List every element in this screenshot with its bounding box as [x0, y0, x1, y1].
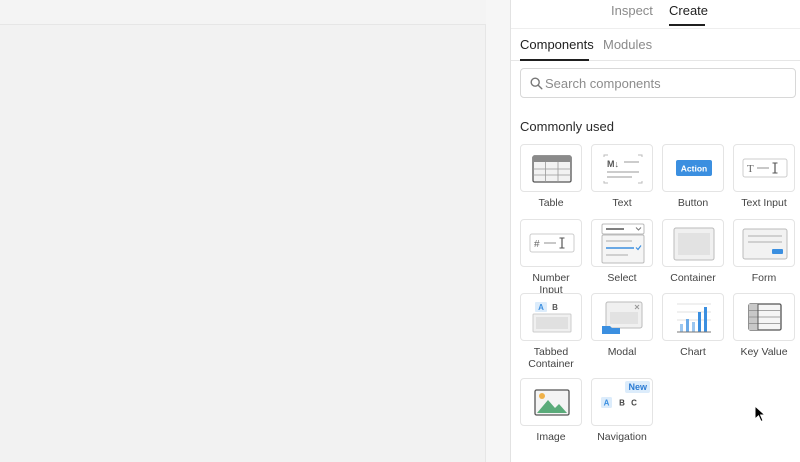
component-navigation[interactable]: A B C New Navigation [591, 378, 657, 443]
component-label: Button [677, 197, 709, 209]
number-input-icon: # [520, 219, 582, 267]
button-preview-text: Action [681, 164, 707, 174]
component-image[interactable]: Image [520, 378, 586, 443]
component-label: Table [538, 197, 564, 209]
component-label: Key Value [740, 346, 788, 358]
component-label: Container [670, 272, 716, 284]
tab-inspect[interactable]: Inspect [611, 3, 653, 18]
tab-create-indicator [669, 24, 705, 26]
right-panel: Inspect Create Components Modules Common… [510, 0, 800, 462]
nav-c-glyph: C [631, 399, 637, 408]
component-number-input[interactable]: # Number Input [520, 219, 586, 296]
chart-icon [662, 293, 724, 341]
tab-modules[interactable]: Modules [603, 37, 652, 52]
component-select[interactable]: Select [591, 219, 657, 284]
nav-b-glyph: B [619, 399, 625, 408]
component-label: Form [751, 272, 777, 284]
nav-a-glyph: A [604, 399, 610, 408]
component-modal[interactable]: Modal [591, 293, 657, 358]
component-text[interactable]: M↓ Text [591, 144, 657, 209]
component-label: Text Input [741, 197, 787, 209]
select-icon [591, 219, 653, 267]
table-icon [520, 144, 582, 192]
text-input-icon: T [733, 144, 795, 192]
container-icon [662, 219, 724, 267]
component-tabs: Components Modules [511, 28, 800, 61]
component-button[interactable]: Action Button [662, 144, 728, 209]
text-input-glyph: T [747, 163, 754, 175]
new-badge: New [625, 381, 650, 393]
component-form[interactable]: Form [733, 219, 799, 284]
markdown-text-icon: M↓ [591, 144, 653, 192]
search-icon [530, 77, 543, 90]
component-label: Text [612, 197, 632, 209]
svg-text:M↓: M↓ [607, 159, 619, 169]
canvas-gutter [486, 0, 510, 462]
search-input[interactable] [545, 74, 785, 92]
tab-create[interactable]: Create [669, 3, 708, 18]
navigation-icon: A B C New [591, 378, 653, 426]
component-chart[interactable]: Chart [662, 293, 728, 358]
component-label: Tabbed Container [528, 346, 574, 370]
panel-tabs: Inspect Create [511, 0, 800, 28]
tab-components[interactable]: Components [520, 37, 594, 52]
image-icon [520, 378, 582, 426]
component-key-value[interactable]: Key Value [733, 293, 799, 358]
canvas-area[interactable] [0, 0, 510, 462]
mouse-cursor-icon [754, 405, 766, 423]
component-text-input[interactable]: T Text Input [733, 144, 799, 209]
component-label: Modal [607, 346, 637, 358]
component-tabbed-container[interactable]: A B Tabbed Container [520, 293, 586, 370]
component-container[interactable]: Container [662, 219, 728, 284]
component-label: Navigation [597, 431, 647, 443]
modal-icon [591, 293, 653, 341]
component-table[interactable]: Table [520, 144, 586, 209]
button-icon: Action [662, 144, 724, 192]
component-label: Select [607, 272, 637, 284]
tab-components-indicator [520, 59, 589, 61]
form-icon [733, 219, 795, 267]
tabbed-container-icon: A B [520, 293, 582, 341]
number-input-glyph: # [534, 239, 540, 250]
component-search[interactable] [520, 68, 796, 98]
component-label: Chart [680, 346, 706, 358]
canvas-frame[interactable] [0, 24, 486, 462]
section-title: Commonly used [520, 119, 614, 134]
tab-a-glyph: A [538, 303, 544, 312]
key-value-icon [733, 293, 795, 341]
component-label: Image [536, 431, 566, 443]
tab-b-glyph: B [552, 303, 558, 312]
